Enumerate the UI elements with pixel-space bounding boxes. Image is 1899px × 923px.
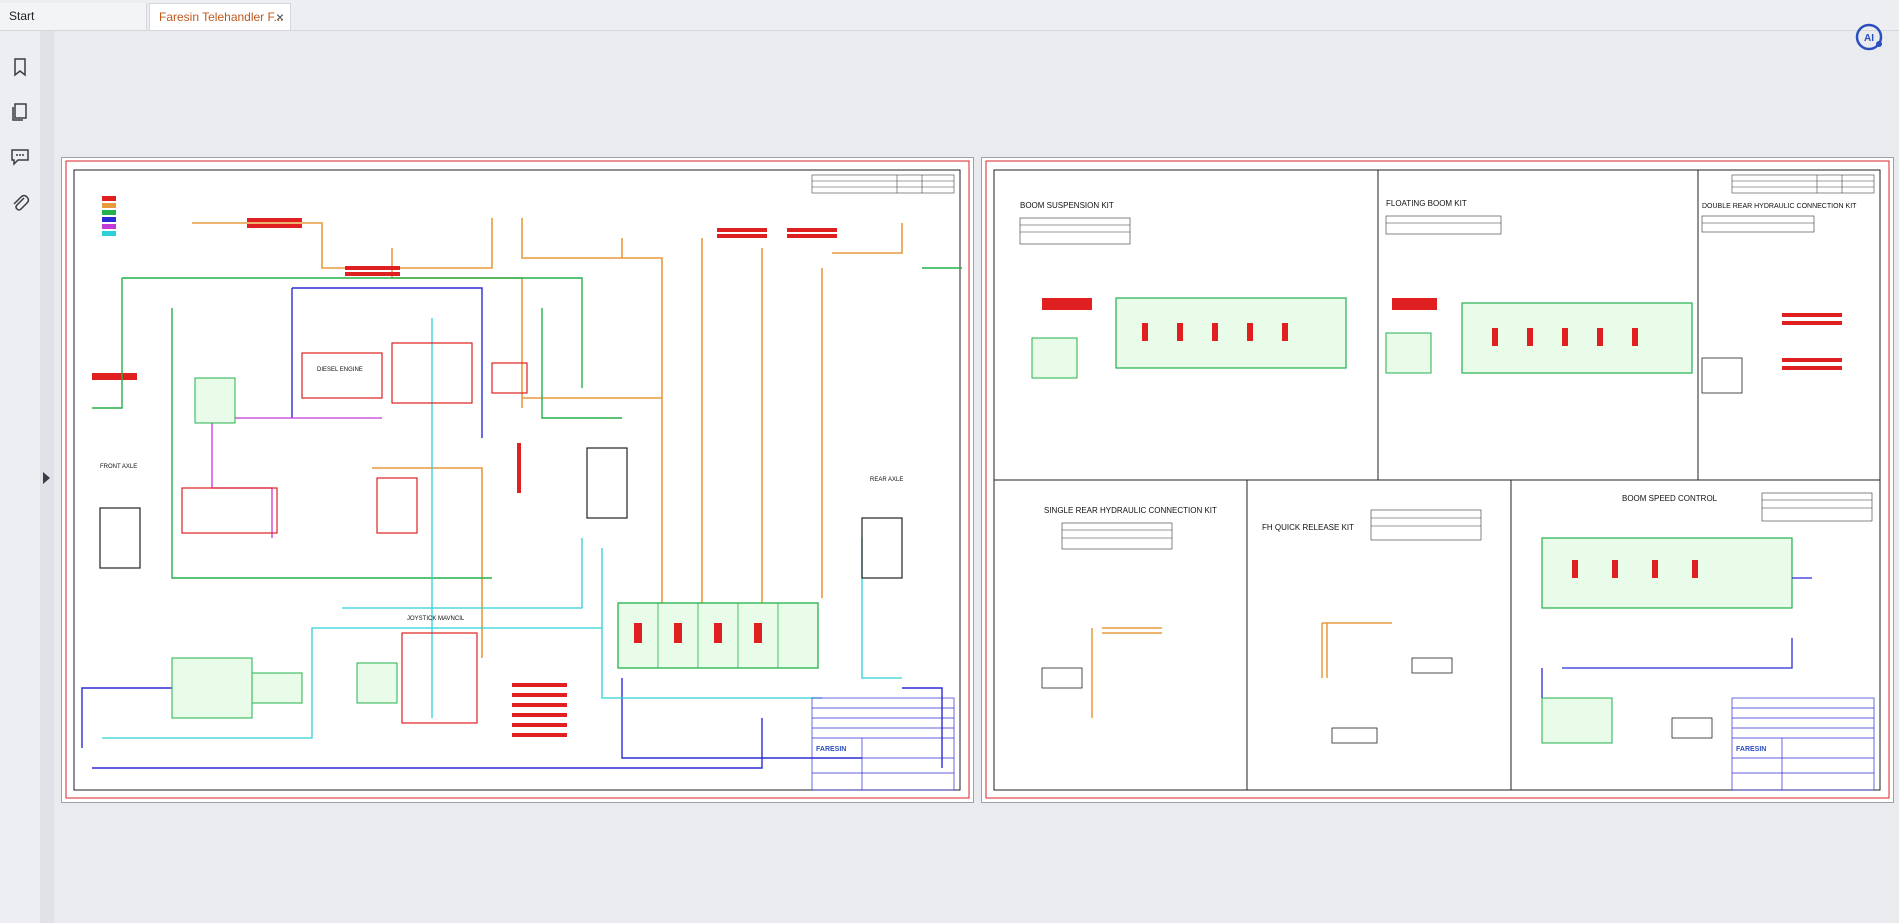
tab-start[interactable]: Start xyxy=(0,3,147,30)
close-icon[interactable]: × xyxy=(276,4,284,30)
diesel-label: DIESEL ENGINE xyxy=(317,367,363,373)
pdf-page-2: BOOM SUSPENSION KIT FLOATING BOOM KIT DO… xyxy=(981,157,1894,803)
front-axle-label: FRONT AXLE xyxy=(100,464,137,470)
bookmark-icon[interactable] xyxy=(9,56,31,78)
logo-text: AI xyxy=(1864,33,1874,44)
ai-assistant-icon[interactable]: AI xyxy=(1854,22,1884,52)
tab-document-label: Faresin Telehandler F... xyxy=(159,10,284,24)
hydraulic-schematic-main: FRONT AXLE REAR AXLE JOYSTICK MAVNCIL DI… xyxy=(65,160,970,799)
attachment-icon[interactable] xyxy=(9,192,31,214)
title-block-brand: FARESIN xyxy=(816,746,846,753)
pdf-page-1: FRONT AXLE REAR AXLE JOYSTICK MAVNCIL DI… xyxy=(61,157,974,803)
tab-document[interactable]: Faresin Telehandler F... × xyxy=(149,3,291,30)
tab-start-label: Start xyxy=(9,9,35,23)
comment-icon[interactable] xyxy=(9,145,31,167)
hydraulic-kits-schematic: BOOM SUSPENSION KIT FLOATING BOOM KIT DO… xyxy=(985,160,1890,799)
left-sidebar xyxy=(0,31,41,923)
title-block-brand: FARESIN xyxy=(1736,746,1766,753)
double-rear-title: DOUBLE REAR HYDRAULIC CONNECTION KIT xyxy=(1702,203,1857,210)
pages-icon[interactable] xyxy=(9,101,31,123)
single-rear-title: SINGLE REAR HYDRAULIC CONNECTION KIT xyxy=(1044,506,1217,515)
boom-speed-title: BOOM SPEED CONTROL xyxy=(1622,494,1718,503)
rear-axle-label: REAR AXLE xyxy=(870,477,903,483)
boom-suspension-title: BOOM SUSPENSION KIT xyxy=(1020,201,1114,210)
expand-panel-icon[interactable] xyxy=(43,472,50,484)
joystick-label: JOYSTICK MAVNCIL xyxy=(407,616,465,622)
tab-bar: Start Faresin Telehandler F... × xyxy=(0,0,1899,31)
floating-boom-title: FLOATING BOOM KIT xyxy=(1386,199,1467,208)
fh-quick-title: FH QUICK RELEASE KIT xyxy=(1262,523,1354,532)
